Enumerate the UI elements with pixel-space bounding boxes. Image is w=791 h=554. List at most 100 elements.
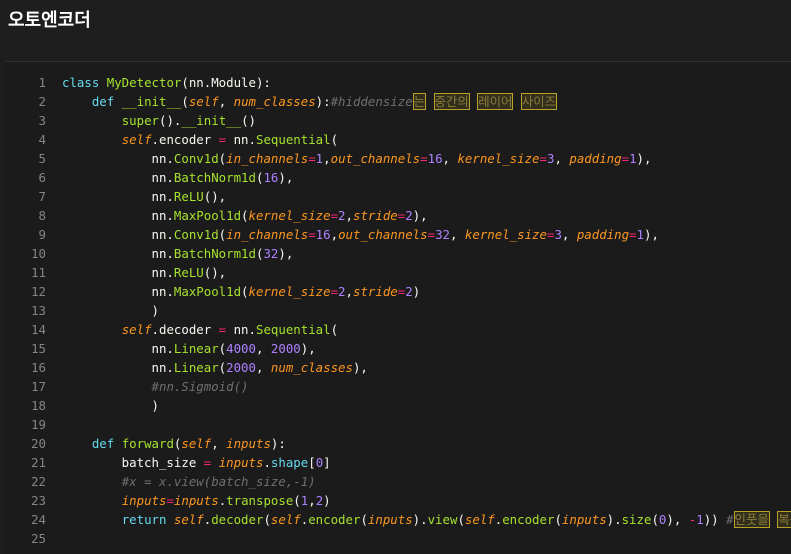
line-number: 10 [31, 246, 46, 261]
code-token: ): [270, 436, 286, 451]
code-token: , [345, 284, 353, 299]
code-token: 는 [412, 93, 427, 110]
code-token: (), [203, 265, 227, 280]
code-token: decoder [211, 512, 264, 527]
code-token: stride [352, 284, 398, 299]
code-token: , [561, 227, 577, 242]
code-token: inputs [561, 512, 607, 527]
code-token: return [121, 512, 174, 527]
code-token: Conv1d [173, 227, 219, 242]
line-number: 7 [38, 189, 46, 204]
page-title: 오토엔코더 [8, 10, 91, 31]
code-token: = [539, 151, 547, 166]
code-line: 18 ) [5, 396, 791, 415]
code-token: = [308, 151, 316, 166]
line-number: 8 [38, 208, 46, 223]
code-line: 2 def __init__(self, num_classes):#hidde… [5, 92, 791, 111]
code-token: 1 [696, 512, 704, 527]
code-token: ) [323, 493, 331, 508]
code-text: class MyDetector(nn.Module): [62, 73, 271, 92]
code-text: nn.ReLU(), [62, 187, 227, 206]
code-text: #x = x.view(batch_size,-1) [62, 472, 316, 491]
code-token: , [449, 227, 465, 242]
code-token: kernel_size [457, 151, 540, 166]
code-token: = [420, 151, 428, 166]
code-token: self [121, 322, 152, 337]
code-token: num_classes [233, 94, 316, 109]
code-token: , [330, 227, 339, 242]
code-line: 1 class MyDetector(nn.Module): [5, 73, 791, 92]
code-token: 중간의 [433, 93, 470, 110]
code-token: kernel_size [248, 284, 331, 299]
code-token: ( [330, 322, 339, 337]
line-number: 21 [31, 455, 46, 470]
code-token: self [188, 94, 219, 109]
code-token: encoder [308, 512, 361, 527]
code-text: ) [62, 301, 159, 320]
code-token: inputs [367, 512, 413, 527]
code-token: nn. [226, 322, 256, 337]
code-token: nn. [62, 208, 174, 223]
code-token: Linear [173, 360, 219, 375]
code-token: self [181, 436, 212, 451]
code-line: 11 nn.ReLU(), [5, 263, 791, 282]
code-token: 2000 [226, 360, 256, 375]
code-text: nn.MaxPool1d(kernel_size=2,stride=2), [62, 206, 428, 225]
code-text: nn.BatchNorm1d(16), [62, 168, 294, 187]
code-token: = [621, 151, 630, 166]
code-token: ) [62, 303, 159, 318]
code-token: num_classes [270, 360, 353, 375]
code-text: nn.Linear(2000, num_classes), [62, 358, 368, 377]
code-token: ( [330, 132, 339, 147]
code-text: return self.decoder(self.encoder(inputs)… [62, 510, 791, 529]
line-number: 23 [31, 493, 46, 508]
code-token: self [464, 512, 495, 527]
code-line: 5 nn.Conv1d(in_channels=1,out_channels=1… [5, 149, 791, 168]
code-token: __init__ [181, 113, 242, 128]
code-token: = [330, 208, 339, 223]
code-token: , [211, 436, 227, 451]
code-token: __init__ [121, 94, 182, 109]
code-editor[interactable]: 1 class MyDetector(nn.Module): 2 def __ini… [5, 61, 791, 554]
code-token: Sequential [255, 132, 331, 147]
code-line: 4 self.encoder = nn.Sequential( [5, 130, 791, 149]
code-token: padding [576, 227, 630, 242]
code-token: , [345, 208, 353, 223]
code-token: 레이어 [477, 93, 514, 110]
code-token: ReLU [173, 265, 204, 280]
code-token: nn. [62, 246, 174, 261]
code-token: .encoder [151, 132, 219, 147]
code-token: ), [300, 341, 316, 356]
code-token: shape [270, 455, 309, 470]
code-token: # [718, 512, 734, 527]
code-token: BatchNorm1d [173, 170, 256, 185]
code-token: MaxPool1d [173, 208, 242, 223]
code-token: out_channels [330, 151, 421, 166]
code-token: inputs [173, 493, 219, 508]
code-token: Sequential [255, 322, 331, 337]
code-token: inputs [121, 493, 167, 508]
code-token: def [91, 436, 122, 451]
code-token: = [330, 284, 339, 299]
code-token: 2 [405, 208, 413, 223]
code-token: ), [412, 208, 428, 223]
code-token: () [241, 113, 256, 128]
code-line: 10 nn.BatchNorm1d(32), [5, 244, 791, 263]
code-token: ( [241, 208, 249, 223]
code-token: 16 [263, 170, 279, 185]
code-token: , [323, 151, 331, 166]
notebook-page: 오토엔코더 1 class MyDetector(nn.Module): 2 def… [0, 0, 791, 554]
code-line: 7 nn.ReLU(), [5, 187, 791, 206]
code-token: ), [643, 227, 659, 242]
code-token: nn. [226, 132, 256, 147]
code-token: forward [121, 436, 174, 451]
code-token: ), [636, 151, 652, 166]
code-token: view [427, 512, 458, 527]
code-token: size [621, 512, 652, 527]
code-line: 12 nn.MaxPool1d(kernel_size=2,stride=2) [5, 282, 791, 301]
code-text: nn.Conv1d(in_channels=16,out_channels=32… [62, 225, 659, 244]
